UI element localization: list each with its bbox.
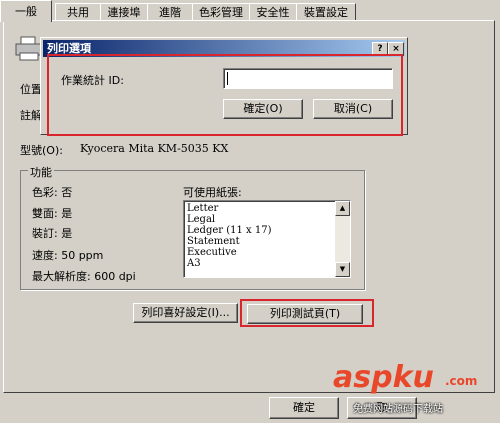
feature-resolution: 最大解析度: 600 dpi [32,270,136,283]
scroll-down-arrow-icon[interactable]: ▼ [335,262,350,277]
feature-color: 色彩: 否 [32,186,73,199]
printing-preferences-button[interactable]: 列印喜好設定(I)... [133,303,238,323]
list-item[interactable]: Legal [187,214,215,225]
tab-strip: 一般 共用 連接埠 進階 色彩管理 安全性 裝置設定 [0,0,500,22]
location-label: 位置 [20,83,42,96]
tab-general[interactable]: 一般 [0,0,52,22]
paper-label: 可使用紙張: [183,186,242,199]
tab-sharing[interactable]: 共用 [55,3,101,21]
list-item[interactable]: A3 [187,258,201,269]
tab-advanced[interactable]: 進階 [147,3,193,21]
highlight-dialog [47,54,403,136]
model-label: 型號(O): [20,144,63,157]
paper-listbox[interactable]: Letter Legal Ledger (11 x 17) Statement … [183,200,351,278]
watermark-brand: aspku [333,360,434,395]
list-item[interactable]: Ledger (11 x 17) [187,225,272,236]
tab-security[interactable]: 安全性 [249,3,297,21]
feature-speed: 速度: 50 ppm [32,249,104,262]
feature-staple: 裝訂: 是 [32,227,73,240]
features-title: 功能 [28,164,54,180]
comment-label: 註解 [20,109,42,122]
scroll-up-arrow-icon[interactable]: ▲ [335,201,350,216]
watermark-subtitle: 免费网站源码下载站 [353,404,443,415]
list-item[interactable]: Statement [187,236,240,247]
ok-button[interactable]: 確定 [269,397,339,419]
tab-device-settings[interactable]: 裝置設定 [296,3,356,21]
list-item[interactable]: Executive [187,247,237,258]
feature-duplex: 雙面: 是 [32,207,73,220]
paper-scrollbar[interactable]: ▲ ▼ [335,201,350,277]
tab-color-management[interactable]: 色彩管理 [192,3,250,21]
list-item[interactable]: Letter [187,203,218,214]
highlight-test-page [240,299,374,327]
tab-ports[interactable]: 連接埠 [100,3,148,21]
watermark-logo: aspku .com 免费网站源码下载站 [333,360,493,418]
model-value: Kyocera Mita KM-5035 KX [80,142,229,155]
watermark-suffix: .com [445,374,478,388]
